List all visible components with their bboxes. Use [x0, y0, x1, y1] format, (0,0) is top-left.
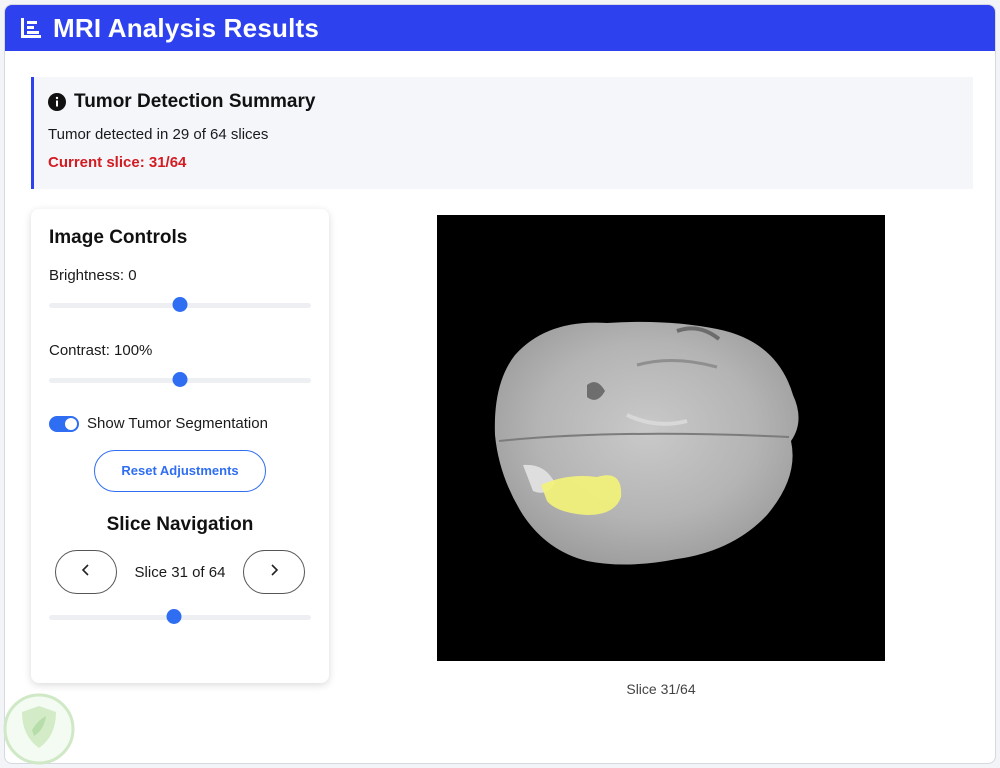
- reset-adjustments-button[interactable]: Reset Adjustments: [94, 450, 266, 492]
- slice-navigation-row: Slice 31 of 64: [49, 550, 311, 594]
- previous-slice-button[interactable]: [55, 550, 117, 594]
- segmentation-toggle-row: Show Tumor Segmentation: [49, 415, 311, 432]
- app-header: MRI Analysis Results: [5, 5, 995, 51]
- segmentation-toggle-label: Show Tumor Segmentation: [87, 415, 268, 432]
- contrast-slider[interactable]: [49, 369, 311, 391]
- contrast-label: Contrast: 100%: [49, 342, 153, 359]
- brightness-slider-thumb[interactable]: [172, 297, 188, 312]
- contrast-slider-thumb[interactable]: [172, 372, 188, 387]
- tumor-detected-text: Tumor detected in 29 of 64 slices: [48, 126, 269, 143]
- segmentation-toggle[interactable]: [49, 415, 79, 432]
- chevron-right-icon: [268, 563, 280, 582]
- toggle-knob: [65, 417, 77, 430]
- page-title: MRI Analysis Results: [53, 12, 320, 43]
- slice-slider-thumb[interactable]: [166, 609, 182, 624]
- mri-slice-viewer[interactable]: [437, 215, 885, 661]
- mri-brain-image: [494, 321, 799, 565]
- image-controls-panel: Image Controls Brightness: 0 Contrast: 1…: [31, 209, 329, 683]
- slice-slider[interactable]: [49, 606, 311, 628]
- summary-title: Tumor Detection Summary: [74, 91, 316, 112]
- chevron-left-icon: [80, 563, 92, 582]
- bar-chart-icon: [19, 15, 45, 41]
- slice-caption: Slice 31/64: [626, 681, 696, 697]
- watermark-logo: [2, 692, 76, 766]
- app-frame: MRI Analysis Results Tumor Detection Sum…: [4, 4, 996, 764]
- brightness-label: Brightness: 0: [49, 267, 137, 284]
- tumor-summary-panel: Tumor Detection Summary Tumor detected i…: [31, 77, 973, 189]
- slice-navigation-title: Slice Navigation: [106, 514, 254, 535]
- brightness-slider[interactable]: [49, 294, 311, 316]
- next-slice-button[interactable]: [243, 550, 305, 594]
- info-icon: [48, 93, 66, 111]
- current-slice-text: Current slice: 31/64: [48, 154, 187, 171]
- slice-indicator: Slice 31 of 64: [134, 563, 226, 581]
- image-controls-title: Image Controls: [49, 227, 188, 248]
